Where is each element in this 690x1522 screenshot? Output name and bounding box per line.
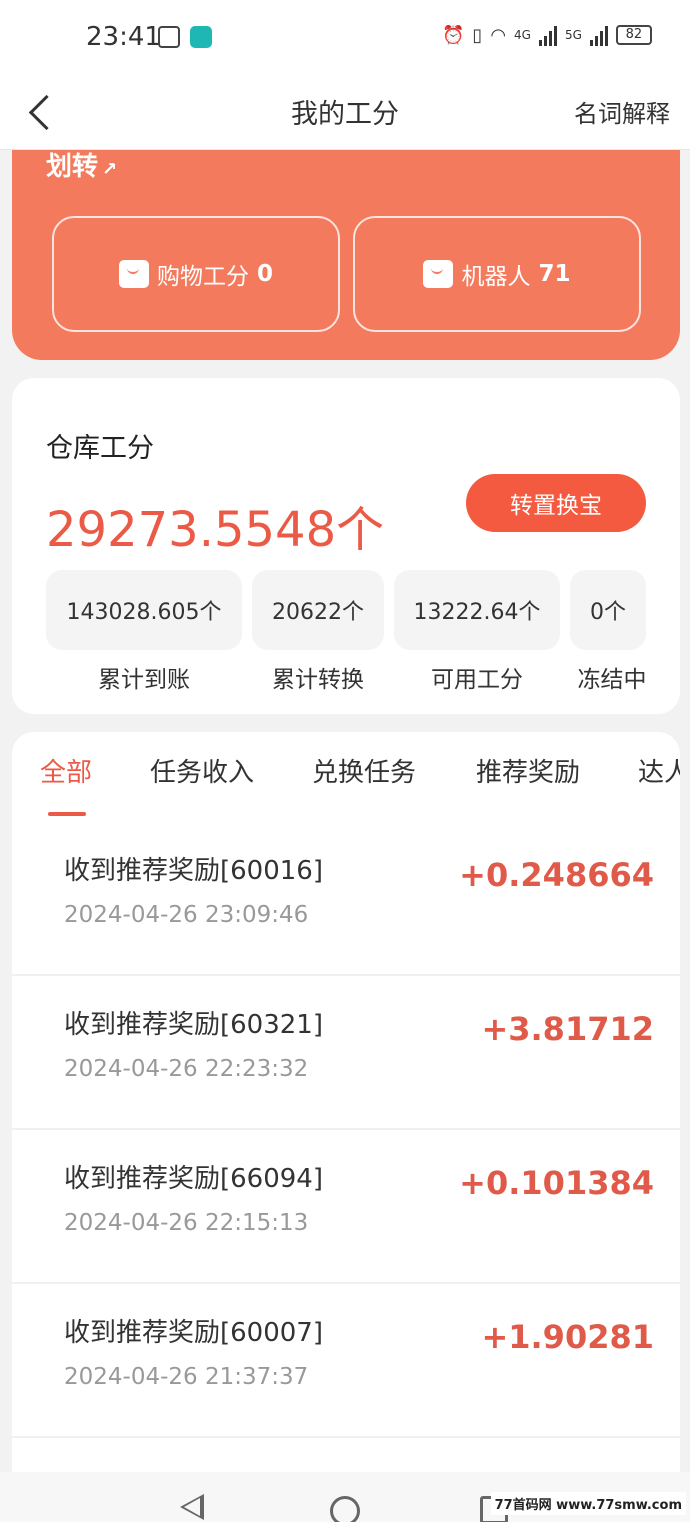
shopping-bag-icon xyxy=(118,260,149,288)
summary-card: 划转 ↗ 购物工分 0 机器人 71 xyxy=(12,150,680,360)
status-icons-right: ⏰ ▯ ◠ 4G 5G 82 xyxy=(442,24,652,46)
transaction-time: 2024-04-26 22:23:32 xyxy=(64,1056,309,1082)
vibrate-icon: ▯ xyxy=(472,24,483,46)
transaction-amount: +0.248664 xyxy=(459,856,654,894)
shopping-points-button[interactable]: 购物工分 0 xyxy=(52,216,340,332)
header: 我的工分 名词解释 xyxy=(0,76,690,150)
shopping-bag-icon xyxy=(423,260,454,288)
tab-all[interactable]: 全部 xyxy=(40,752,92,789)
wifi-icon: ◠ xyxy=(490,24,507,46)
warehouse-amount: 29273.5548个 xyxy=(46,502,385,558)
stat-total-converted-label: 累计转换 xyxy=(272,667,364,693)
list-item[interactable]: 收到推荐奖励[60007] 2024-04-26 21:37:37 +1.902… xyxy=(12,1284,680,1438)
external-link-icon: ↗ xyxy=(102,159,118,180)
transaction-title: 收到推荐奖励[66094] xyxy=(64,1164,323,1194)
stat-total-received-value: 143028.605个 xyxy=(46,570,242,650)
home-app-icon xyxy=(190,26,212,48)
tab-referral-reward[interactable]: 推荐奖励 xyxy=(476,752,580,789)
notification-icon xyxy=(158,26,180,48)
list-item[interactable]: 收到推荐奖励[66094] 2024-04-26 22:15:13 +0.101… xyxy=(12,1130,680,1284)
status-icons-left xyxy=(158,26,212,48)
transaction-title: 收到推荐奖励[60016] xyxy=(64,856,323,886)
transfer-link[interactable]: 划转 ↗ xyxy=(46,146,117,183)
shopping-points-value: 0 xyxy=(256,261,273,287)
robot-label: 机器人 xyxy=(461,264,531,290)
convert-button[interactable]: 转置换宝 xyxy=(466,474,646,532)
stat-total-received-label: 累计到账 xyxy=(98,667,190,693)
transaction-amount: +3.81712 xyxy=(481,1010,654,1048)
shopping-points-label: 购物工分 xyxy=(156,264,249,290)
stat-total-converted-value: 20622个 xyxy=(252,570,384,650)
watermark: 77首码网 www.77smw.com xyxy=(490,1492,686,1515)
transaction-amount: +0.101384 xyxy=(459,1164,654,1202)
stat-frozen-value: 0个 xyxy=(570,570,646,650)
warehouse-title: 仓库工分 xyxy=(46,433,154,464)
system-nav-bar: 77首码网 www.77smw.com xyxy=(0,1472,690,1522)
tab-exchange-task[interactable]: 兑换任务 xyxy=(312,752,416,789)
transactions-card: 全部 任务收入 兑换任务 推荐奖励 达人 收到推荐奖励[60016] 2024-… xyxy=(12,732,680,1482)
list-item[interactable]: 收到推荐奖励[60016] 2024-04-26 23:09:46 +0.248… xyxy=(12,822,680,976)
robot-value: 71 xyxy=(538,261,571,287)
robot-button[interactable]: 机器人 71 xyxy=(353,216,641,332)
transfer-label: 划转 xyxy=(46,152,99,182)
transaction-time: 2024-04-26 23:09:46 xyxy=(64,902,309,928)
glossary-link[interactable]: 名词解释 xyxy=(574,94,670,129)
tab-task-income[interactable]: 任务收入 xyxy=(150,752,254,789)
status-time: 23:41 xyxy=(86,22,161,52)
transaction-amount: +1.90281 xyxy=(481,1318,654,1356)
active-tab-indicator xyxy=(48,812,86,816)
transaction-title: 收到推荐奖励[60007] xyxy=(64,1318,323,1348)
status-bar: 23:41 ⏰ ▯ ◠ 4G 5G 82 xyxy=(0,0,690,76)
signal-4g-icon xyxy=(538,24,557,46)
stat-available-value: 13222.64个 xyxy=(394,570,560,650)
nav-home-icon[interactable] xyxy=(330,1496,360,1522)
transaction-time: 2024-04-26 22:15:13 xyxy=(64,1210,309,1236)
tab-bar: 全部 任务收入 兑换任务 推荐奖励 达人 xyxy=(12,732,680,828)
battery-icon: 82 xyxy=(615,25,652,45)
nav-back-icon[interactable] xyxy=(180,1494,204,1520)
network-4g-label: 4G xyxy=(514,28,531,42)
alarm-icon: ⏰ xyxy=(442,24,465,46)
signal-5g-icon xyxy=(589,24,608,46)
transaction-time: 2024-04-26 21:37:37 xyxy=(64,1364,309,1390)
network-5g-label: 5G xyxy=(564,28,582,42)
tab-expert[interactable]: 达人 xyxy=(638,752,680,789)
list-item[interactable]: 收到推荐奖励[60321] 2024-04-26 22:23:32 +3.817… xyxy=(12,976,680,1130)
stat-available-label: 可用工分 xyxy=(431,667,523,693)
warehouse-card: 仓库工分 29273.5548个 转置换宝 143028.605个 20622个… xyxy=(12,378,680,714)
transaction-title: 收到推荐奖励[60321] xyxy=(64,1010,323,1040)
stat-frozen-label: 冻结中 xyxy=(577,667,647,693)
